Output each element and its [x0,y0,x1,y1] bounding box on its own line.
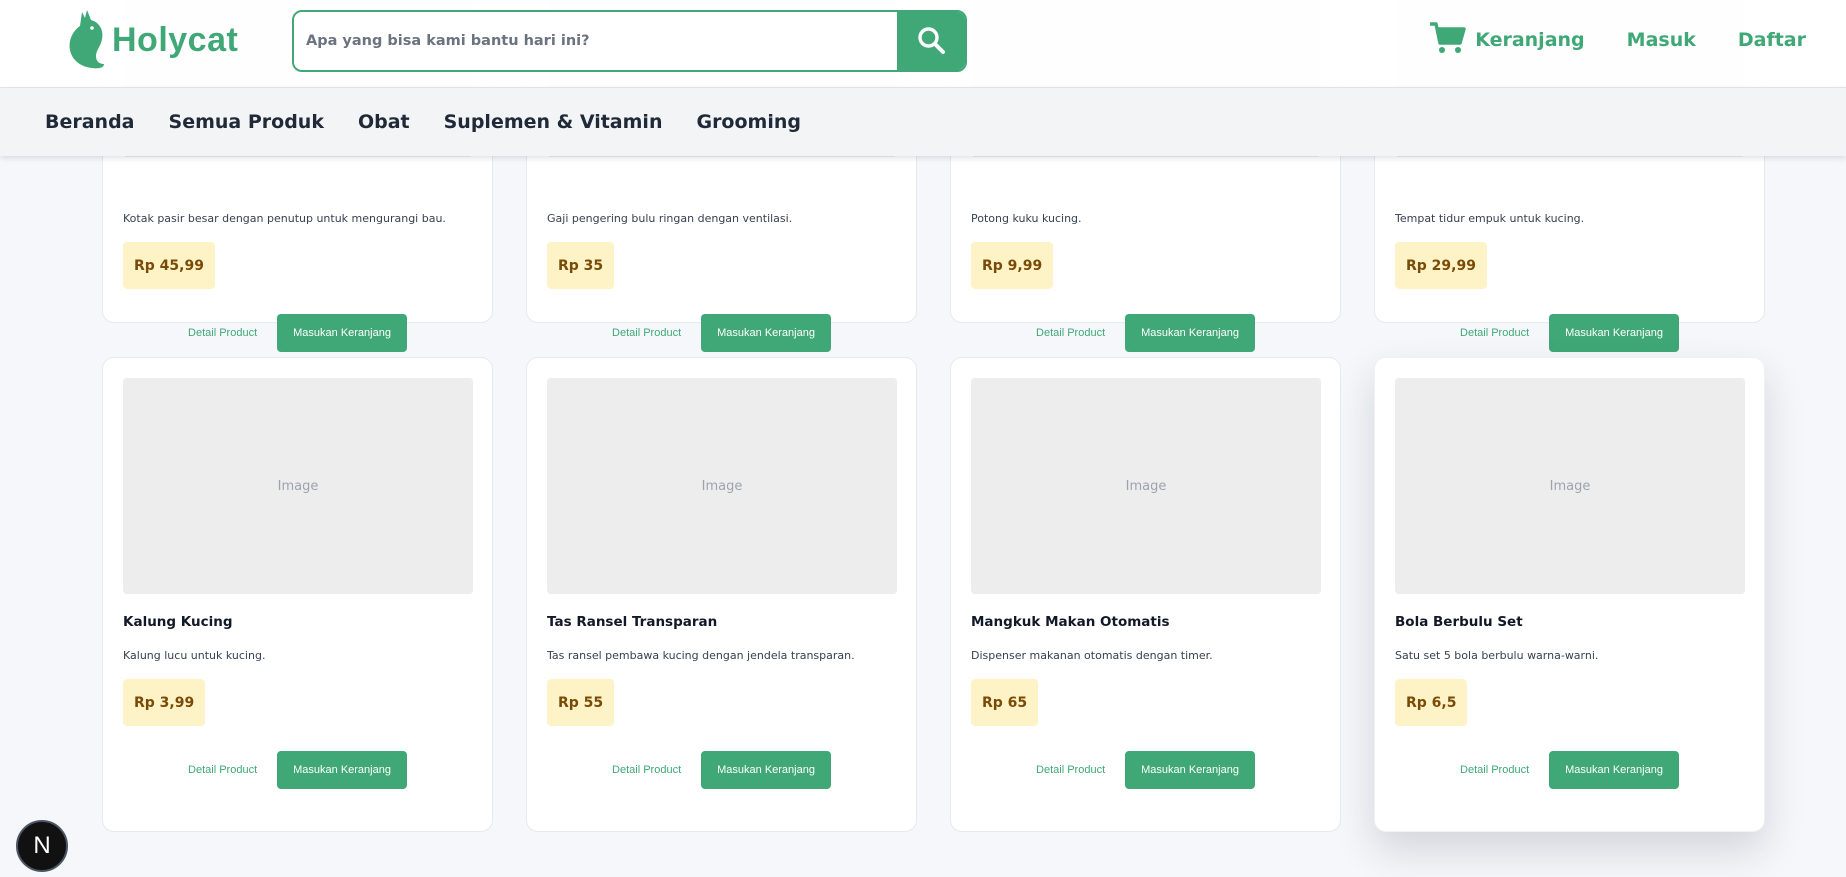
nextjs-dev-badge[interactable]: N [16,820,68,872]
product-price: Rp 29,99 [1395,242,1487,289]
cart-link[interactable]: Keranjang [1429,21,1585,60]
card-actions: Detail Product Masukan Keranjang [951,751,1340,789]
detail-product-button[interactable]: Detail Product [1036,764,1105,776]
add-to-cart-button[interactable]: Masukan Keranjang [1549,751,1679,789]
product-description: Satu set 5 bola berbulu warna-warni. [1395,649,1599,662]
brand-logo[interactable]: Holycat [66,8,238,72]
header-actions: Keranjang Masuk Daftar [1429,20,1806,60]
card-actions: Detail Product Masukan Keranjang [527,751,916,789]
card-actions: Detail Product Masukan Keranjang [1375,314,1764,352]
search-input[interactable] [294,12,897,70]
detail-product-button[interactable]: Detail Product [1460,327,1529,339]
product-price: Rp 65 [971,679,1039,726]
cart-label: Keranjang [1475,29,1585,51]
detail-product-button[interactable]: Detail Product [188,764,257,776]
search-bar [292,10,967,72]
nextjs-logo-icon: N [33,832,51,859]
login-link[interactable]: Masuk [1627,29,1696,51]
detail-product-button[interactable]: Detail Product [188,327,257,339]
detail-product-button[interactable]: Detail Product [612,327,681,339]
card-actions: Detail Product Masukan Keranjang [951,314,1340,352]
card-actions: Detail Product Masukan Keranjang [103,751,492,789]
card-actions: Detail Product Masukan Keranjang [1375,751,1764,789]
product-image: Image [547,378,897,594]
register-link[interactable]: Daftar [1738,29,1806,51]
card-actions: Detail Product Masukan Keranjang [103,314,492,352]
category-supplements[interactable]: Suplemen & Vitamin [444,111,663,133]
product-price: Rp 35 [547,242,615,289]
product-description: Kalung lucu untuk kucing. [123,649,266,662]
product-description: Tas ransel pembawa kucing dengan jendela… [547,649,855,662]
product-price: Rp 45,99 [123,242,215,289]
category-all-products[interactable]: Semua Produk [169,111,324,133]
product-price: Rp 55 [547,679,615,726]
product-image: Image [971,378,1321,594]
product-price: Rp 6,5 [1395,679,1468,726]
product-name: Tas Ransel Transparan [547,614,718,630]
product-description: Kotak pasir besar dengan penutup untuk m… [123,212,446,225]
detail-product-button[interactable]: Detail Product [1460,764,1529,776]
category-home[interactable]: Beranda [45,111,135,133]
product-price: Rp 9,99 [971,242,1054,289]
top-navbar: Holycat Keranjang Mas [0,0,1846,88]
product-price: Rp 3,99 [123,679,206,726]
brand-name: Holycat [112,20,239,59]
product-name: Kalung Kucing [123,614,233,630]
product-card: Image Tas Ransel Transparan Tas ransel p… [526,357,917,832]
detail-product-button[interactable]: Detail Product [612,764,681,776]
add-to-cart-button[interactable]: Masukan Keranjang [1125,751,1255,789]
cat-logo-icon [66,6,108,74]
category-medicine[interactable]: Obat [358,111,410,133]
product-image: Image [123,378,473,594]
add-to-cart-button[interactable]: Masukan Keranjang [277,314,407,352]
add-to-cart-button[interactable]: Masukan Keranjang [1125,314,1255,352]
add-to-cart-button[interactable]: Masukan Keranjang [1549,314,1679,352]
card-actions: Detail Product Masukan Keranjang [527,314,916,352]
add-to-cart-button[interactable]: Masukan Keranjang [701,751,831,789]
category-grooming[interactable]: Grooming [696,111,801,133]
cart-icon [1429,21,1467,60]
product-name: Bola Berbulu Set [1395,614,1523,630]
add-to-cart-button[interactable]: Masukan Keranjang [701,314,831,352]
category-nav: Beranda Semua Produk Obat Suplemen & Vit… [0,88,1846,156]
product-card: Image Bola Berbulu Set Satu set 5 bola b… [1374,357,1765,832]
search-button[interactable] [897,12,965,70]
product-name: Mangkuk Makan Otomatis [971,614,1170,630]
product-image: Image [1395,378,1745,594]
add-to-cart-button[interactable]: Masukan Keranjang [277,751,407,789]
product-description: Gaji pengering bulu ringan dengan ventil… [547,212,793,225]
search-icon [916,25,946,58]
detail-product-button[interactable]: Detail Product [1036,327,1105,339]
product-description: Dispenser makanan otomatis dengan timer. [971,649,1213,662]
product-description: Tempat tidur empuk untuk kucing. [1395,212,1585,225]
product-card: Image Kalung Kucing Kalung lucu untuk ku… [102,357,493,832]
product-card: Image Mangkuk Makan Otomatis Dispenser m… [950,357,1341,832]
product-description: Potong kuku kucing. [971,212,1082,225]
